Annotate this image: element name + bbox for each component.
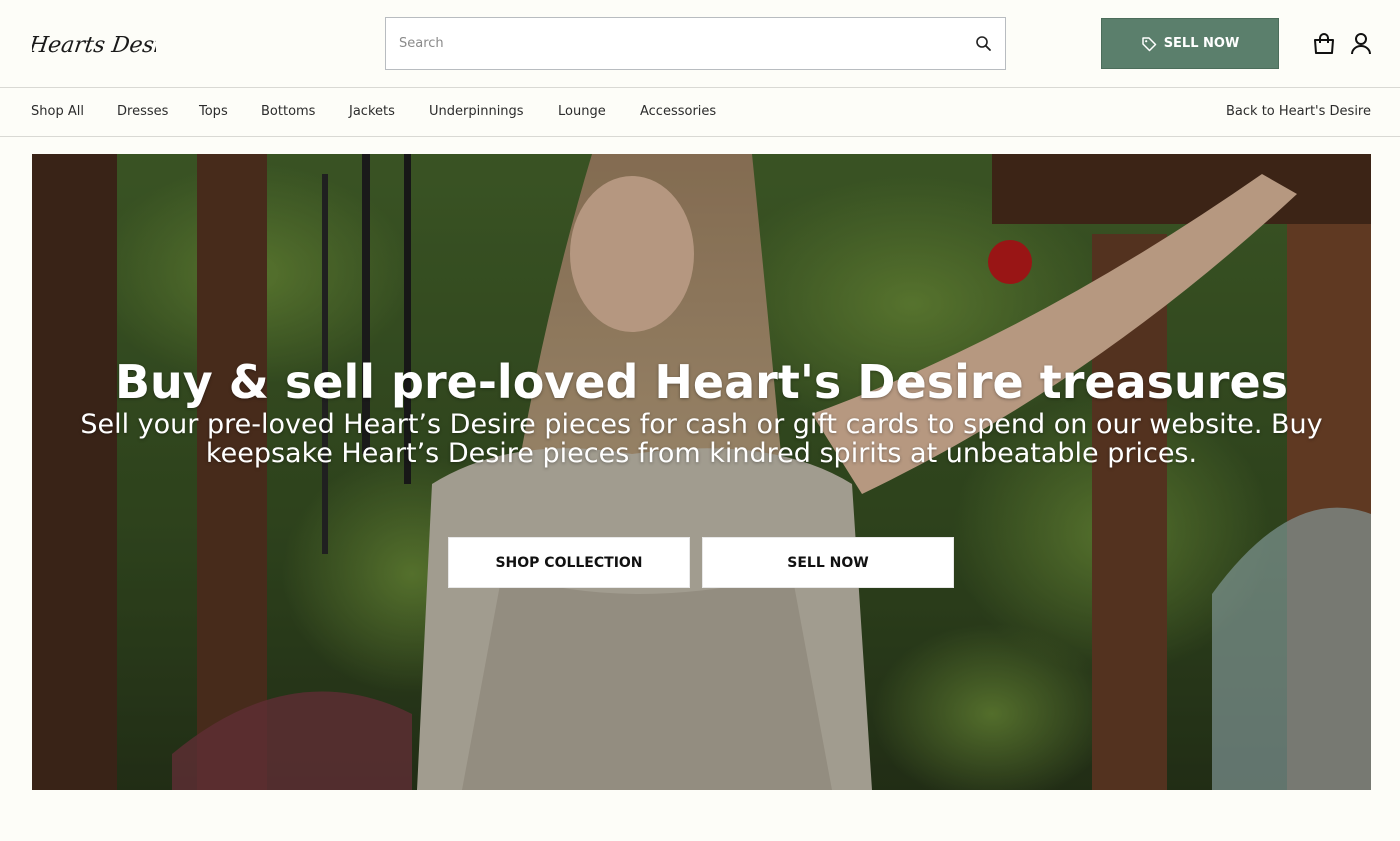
back-to-main-site-link[interactable]: Back to Heart's Desire — [1226, 104, 1371, 119]
search-box — [385, 17, 1006, 70]
hero-title: Buy & sell pre-loved Heart's Desire trea… — [114, 355, 1289, 409]
nav-item-shop-all[interactable]: Shop All — [31, 104, 84, 119]
hero-image — [32, 154, 1371, 790]
shopping-bag-icon[interactable] — [1312, 32, 1336, 56]
nav-item-jackets[interactable]: Jackets — [349, 104, 395, 119]
sell-now-header-label: SELL NOW — [1163, 36, 1240, 51]
brand-logo[interactable]: Hearts Desire — [32, 24, 156, 64]
nav-item-lounge[interactable]: Lounge — [558, 104, 606, 119]
sell-now-hero-button[interactable]: SELL NOW — [702, 537, 954, 588]
svg-text:Hearts Desire: Hearts Desire — [32, 32, 156, 58]
nav-item-tops[interactable]: Tops — [199, 104, 228, 119]
sell-now-hero-label: SELL NOW — [787, 554, 869, 571]
shop-collection-label: SHOP COLLECTION — [495, 554, 643, 571]
nav-item-bottoms[interactable]: Bottoms — [261, 104, 315, 119]
tag-icon — [1141, 36, 1156, 51]
shop-collection-button[interactable]: SHOP COLLECTION — [448, 537, 690, 588]
nav-item-accessories[interactable]: Accessories — [640, 104, 716, 119]
nav-item-dresses[interactable]: Dresses — [117, 104, 168, 119]
user-icon[interactable] — [1350, 32, 1372, 56]
sell-now-header-button[interactable]: SELL NOW — [1101, 18, 1279, 69]
site-header: Hearts Desire SELL NOW — [0, 0, 1400, 88]
hero-subtitle: Sell your pre-loved Heart’s Desire piece… — [80, 409, 1323, 469]
search-icon[interactable] — [973, 33, 995, 55]
nav-item-underpinnings[interactable]: Underpinnings — [429, 104, 524, 119]
category-nav: Shop All Dresses Tops Bottoms Jackets Un… — [0, 88, 1400, 137]
search-input[interactable] — [386, 18, 946, 69]
hero-banner: Buy & sell pre-loved Heart's Desire trea… — [32, 154, 1371, 790]
